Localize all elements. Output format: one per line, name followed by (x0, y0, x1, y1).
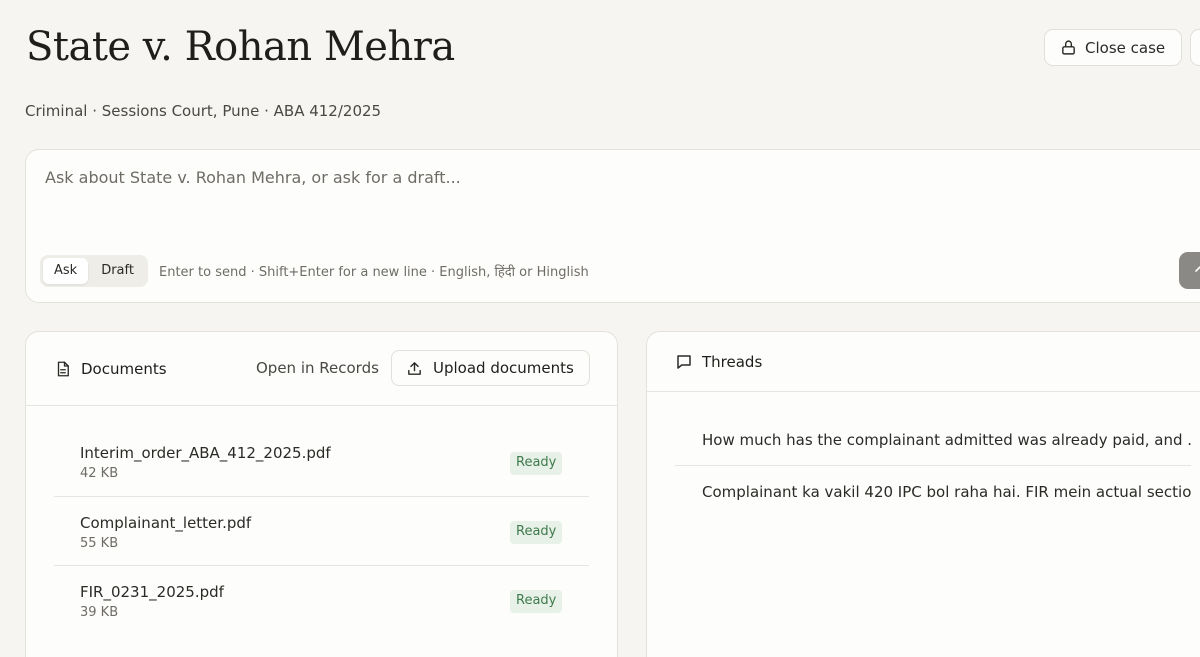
mode-draft-tab[interactable]: Draft (90, 258, 145, 284)
thread-item[interactable]: How much has the complainant admitted wa… (675, 392, 1191, 466)
upload-documents-button[interactable]: Upload documents (391, 350, 590, 386)
document-icon (54, 360, 72, 378)
overflow-button[interactable] (1190, 29, 1200, 66)
chat-bubble-icon (675, 353, 693, 371)
page-title: State v. Rohan Mehra (26, 24, 455, 70)
document-size: 55 KB (80, 536, 119, 551)
send-button[interactable] (1179, 252, 1200, 289)
close-case-label: Close case (1085, 38, 1166, 57)
composer-hint: Enter to send · Shift+Enter for a new li… (159, 265, 589, 280)
document-row[interactable]: FIR_0231_2025.pdf 39 KB Ready (54, 566, 589, 635)
document-row[interactable]: Complainant_letter.pdf 55 KB Ready (54, 497, 589, 566)
close-case-button[interactable]: Close case (1044, 29, 1182, 66)
document-name: FIR_0231_2025.pdf (80, 583, 224, 601)
case-subtitle: Criminal · Sessions Court, Pune · ABA 41… (25, 102, 382, 120)
thread-item[interactable]: Complainant ka vakil 420 IPC bol raha ha… (675, 466, 1191, 518)
threads-header: Threads (647, 332, 1200, 392)
open-in-records-link[interactable]: Open in Records (256, 359, 379, 377)
composer-input[interactable]: Ask about State v. Rohan Mehra, or ask f… (45, 168, 461, 187)
status-badge: Ready (510, 521, 563, 544)
status-badge: Ready (510, 452, 563, 475)
document-size: 39 KB (80, 605, 119, 620)
upload-icon (406, 360, 423, 377)
documents-panel: Documents Open in Records Upload documen… (25, 331, 618, 657)
documents-title: Documents (81, 359, 167, 378)
document-name: Complainant_letter.pdf (80, 514, 252, 532)
mode-toggle: Ask Draft (40, 255, 148, 287)
upload-label: Upload documents (433, 359, 574, 377)
status-badge: Ready (510, 590, 563, 613)
thread-list: How much has the complainant admitted wa… (647, 392, 1200, 518)
document-name: Interim_order_ABA_412_2025.pdf (80, 444, 331, 462)
document-size: 42 KB (80, 466, 119, 481)
composer: Ask about State v. Rohan Mehra, or ask f… (25, 149, 1200, 303)
threads-title: Threads (702, 352, 763, 371)
document-list: Interim_order_ABA_412_2025.pdf 42 KB Rea… (26, 428, 617, 635)
document-row[interactable]: Interim_order_ABA_412_2025.pdf 42 KB Rea… (54, 428, 589, 497)
arrow-up-icon (1192, 263, 1200, 279)
threads-panel: Threads How much has the complainant adm… (646, 331, 1200, 657)
mode-ask-tab[interactable]: Ask (43, 258, 89, 284)
lock-icon (1060, 39, 1077, 56)
documents-header: Documents Open in Records Upload documen… (26, 332, 617, 406)
